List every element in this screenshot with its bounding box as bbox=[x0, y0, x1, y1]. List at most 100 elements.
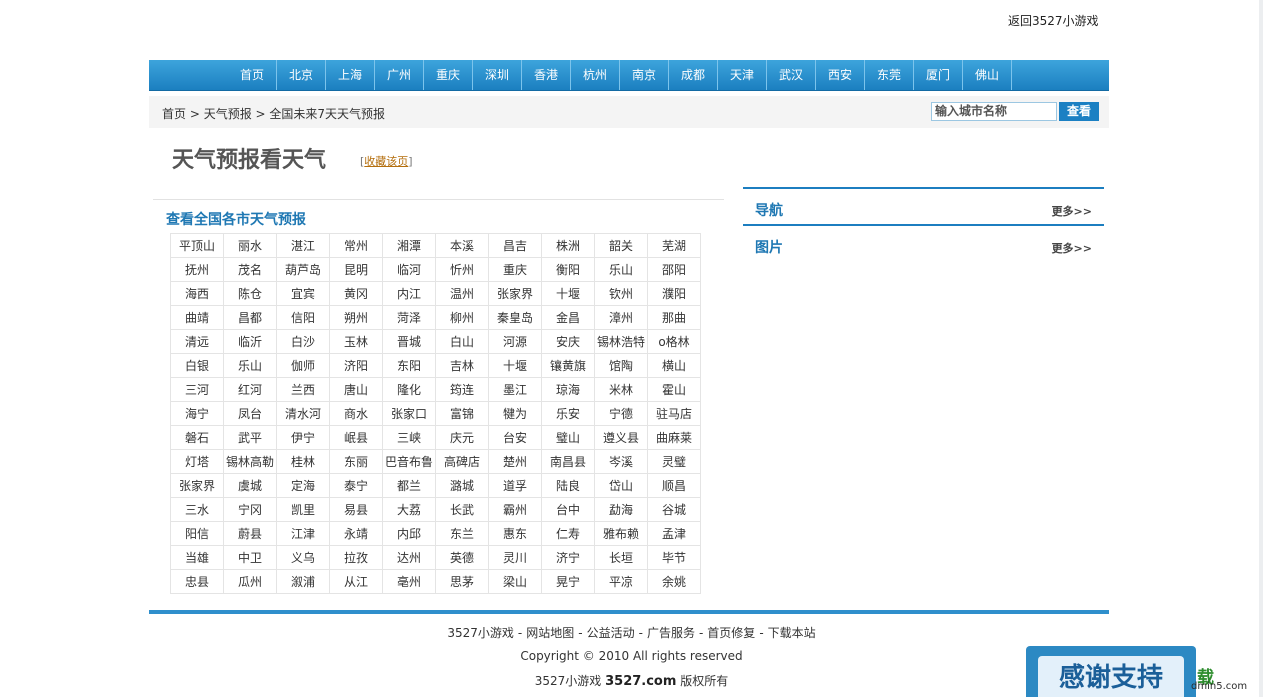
city-link[interactable]: 茂名 bbox=[223, 257, 277, 282]
city-link[interactable]: 锡林浩特 bbox=[594, 329, 648, 354]
search-button[interactable]: 查看 bbox=[1059, 102, 1099, 121]
footer-link[interactable]: 下载本站 bbox=[768, 626, 816, 640]
nav-item-12[interactable]: 西安 bbox=[816, 60, 865, 90]
city-link[interactable]: 株洲 bbox=[541, 233, 595, 258]
city-link[interactable]: 张家口 bbox=[382, 401, 436, 426]
city-link[interactable]: 长武 bbox=[435, 497, 489, 522]
city-link[interactable]: 平顶山 bbox=[170, 233, 224, 258]
city-link[interactable]: 从江 bbox=[329, 569, 383, 594]
page-scrollbar[interactable] bbox=[1259, 0, 1263, 697]
city-link[interactable]: 泰宁 bbox=[329, 473, 383, 498]
city-link[interactable]: 灯塔 bbox=[170, 449, 224, 474]
city-link[interactable]: 常州 bbox=[329, 233, 383, 258]
city-link[interactable]: 磐石 bbox=[170, 425, 224, 450]
city-link[interactable]: 忻州 bbox=[435, 257, 489, 282]
city-link[interactable]: 琼海 bbox=[541, 377, 595, 402]
city-link[interactable]: 金昌 bbox=[541, 305, 595, 330]
city-link[interactable]: 孟津 bbox=[647, 521, 701, 546]
city-link[interactable]: 晋城 bbox=[382, 329, 436, 354]
bookmark-link[interactable]: 收藏该页 bbox=[364, 155, 408, 168]
city-link[interactable]: 白山 bbox=[435, 329, 489, 354]
city-link[interactable]: 易县 bbox=[329, 497, 383, 522]
city-link[interactable]: 蔚县 bbox=[223, 521, 277, 546]
city-link[interactable]: 内邱 bbox=[382, 521, 436, 546]
city-link[interactable]: 海西 bbox=[170, 281, 224, 306]
city-link[interactable]: 平凉 bbox=[594, 569, 648, 594]
city-link[interactable]: 海宁 bbox=[170, 401, 224, 426]
city-link[interactable]: 惠东 bbox=[488, 521, 542, 546]
city-link[interactable]: o格林 bbox=[647, 329, 701, 354]
nav-item-13[interactable]: 东莞 bbox=[865, 60, 914, 90]
city-link[interactable]: 墨江 bbox=[488, 377, 542, 402]
city-link[interactable]: 重庆 bbox=[488, 257, 542, 282]
footer-link[interactable]: 网站地图 bbox=[526, 626, 574, 640]
footer-link[interactable]: 公益活动 bbox=[587, 626, 635, 640]
city-link[interactable]: 济阳 bbox=[329, 353, 383, 378]
city-link[interactable]: 瓜州 bbox=[223, 569, 277, 594]
footer-link[interactable]: 首页修复 bbox=[707, 626, 755, 640]
city-link[interactable]: 东丽 bbox=[329, 449, 383, 474]
city-link[interactable]: 东阳 bbox=[382, 353, 436, 378]
city-link[interactable]: 那曲 bbox=[647, 305, 701, 330]
breadcrumb-weather[interactable]: 天气预报 bbox=[204, 107, 252, 121]
nav-item-14[interactable]: 厦门 bbox=[914, 60, 963, 90]
city-link[interactable]: 英德 bbox=[435, 545, 489, 570]
city-link[interactable]: 灵璧 bbox=[647, 449, 701, 474]
city-link[interactable]: 丽水 bbox=[223, 233, 277, 258]
city-link[interactable]: 巴音布鲁 bbox=[382, 449, 436, 474]
city-link[interactable]: 驻马店 bbox=[647, 401, 701, 426]
nav-item-2[interactable]: 上海 bbox=[326, 60, 375, 90]
city-link[interactable]: 宁冈 bbox=[223, 497, 277, 522]
city-link[interactable]: 道孚 bbox=[488, 473, 542, 498]
city-link[interactable]: 邵阳 bbox=[647, 257, 701, 282]
city-link[interactable]: 梁山 bbox=[488, 569, 542, 594]
city-link[interactable]: 中卫 bbox=[223, 545, 277, 570]
city-link[interactable]: 拉孜 bbox=[329, 545, 383, 570]
city-link[interactable]: 晃宁 bbox=[541, 569, 595, 594]
city-link[interactable]: 商水 bbox=[329, 401, 383, 426]
city-link[interactable]: 黄冈 bbox=[329, 281, 383, 306]
city-link[interactable]: 当雄 bbox=[170, 545, 224, 570]
city-link[interactable]: 虞城 bbox=[223, 473, 277, 498]
nav-item-0[interactable]: 首页 bbox=[228, 60, 277, 90]
city-link[interactable]: 白沙 bbox=[276, 329, 330, 354]
city-link[interactable]: 顺昌 bbox=[647, 473, 701, 498]
city-link[interactable]: 濮阳 bbox=[647, 281, 701, 306]
city-link[interactable]: 临沂 bbox=[223, 329, 277, 354]
city-link[interactable]: 三水 bbox=[170, 497, 224, 522]
city-link[interactable]: 漳州 bbox=[594, 305, 648, 330]
city-link[interactable]: 岷县 bbox=[329, 425, 383, 450]
city-link[interactable]: 璧山 bbox=[541, 425, 595, 450]
city-link[interactable]: 本溪 bbox=[435, 233, 489, 258]
city-link[interactable]: 昌都 bbox=[223, 305, 277, 330]
city-link[interactable]: 思茅 bbox=[435, 569, 489, 594]
nav-item-11[interactable]: 武汉 bbox=[767, 60, 816, 90]
city-link[interactable]: 横山 bbox=[647, 353, 701, 378]
city-link[interactable]: 三河 bbox=[170, 377, 224, 402]
city-link[interactable]: 凯里 bbox=[276, 497, 330, 522]
city-link[interactable]: 大荔 bbox=[382, 497, 436, 522]
city-link[interactable]: 溆浦 bbox=[276, 569, 330, 594]
city-link[interactable]: 伊宁 bbox=[276, 425, 330, 450]
city-link[interactable]: 秦皇岛 bbox=[488, 305, 542, 330]
city-link[interactable]: 玉林 bbox=[329, 329, 383, 354]
city-link[interactable]: 义乌 bbox=[276, 545, 330, 570]
city-link[interactable]: 定海 bbox=[276, 473, 330, 498]
city-link[interactable]: 余姚 bbox=[647, 569, 701, 594]
thanks-banner[interactable]: 感谢支持 bbox=[1026, 646, 1196, 697]
city-link[interactable]: 抚州 bbox=[170, 257, 224, 282]
city-link[interactable]: 犍为 bbox=[488, 401, 542, 426]
city-link[interactable]: 霍山 bbox=[647, 377, 701, 402]
city-link[interactable]: 红河 bbox=[223, 377, 277, 402]
nav-item-5[interactable]: 深圳 bbox=[473, 60, 522, 90]
city-link[interactable]: 清远 bbox=[170, 329, 224, 354]
city-link[interactable]: 兰西 bbox=[276, 377, 330, 402]
city-link[interactable]: 曲靖 bbox=[170, 305, 224, 330]
city-link[interactable]: 江津 bbox=[276, 521, 330, 546]
more-link[interactable]: 更多>> bbox=[1052, 240, 1092, 256]
city-link[interactable]: 衡阳 bbox=[541, 257, 595, 282]
city-link[interactable]: 岱山 bbox=[594, 473, 648, 498]
city-link[interactable]: 镶黄旗 bbox=[541, 353, 595, 378]
city-link[interactable]: 钦州 bbox=[594, 281, 648, 306]
city-link[interactable]: 米林 bbox=[594, 377, 648, 402]
